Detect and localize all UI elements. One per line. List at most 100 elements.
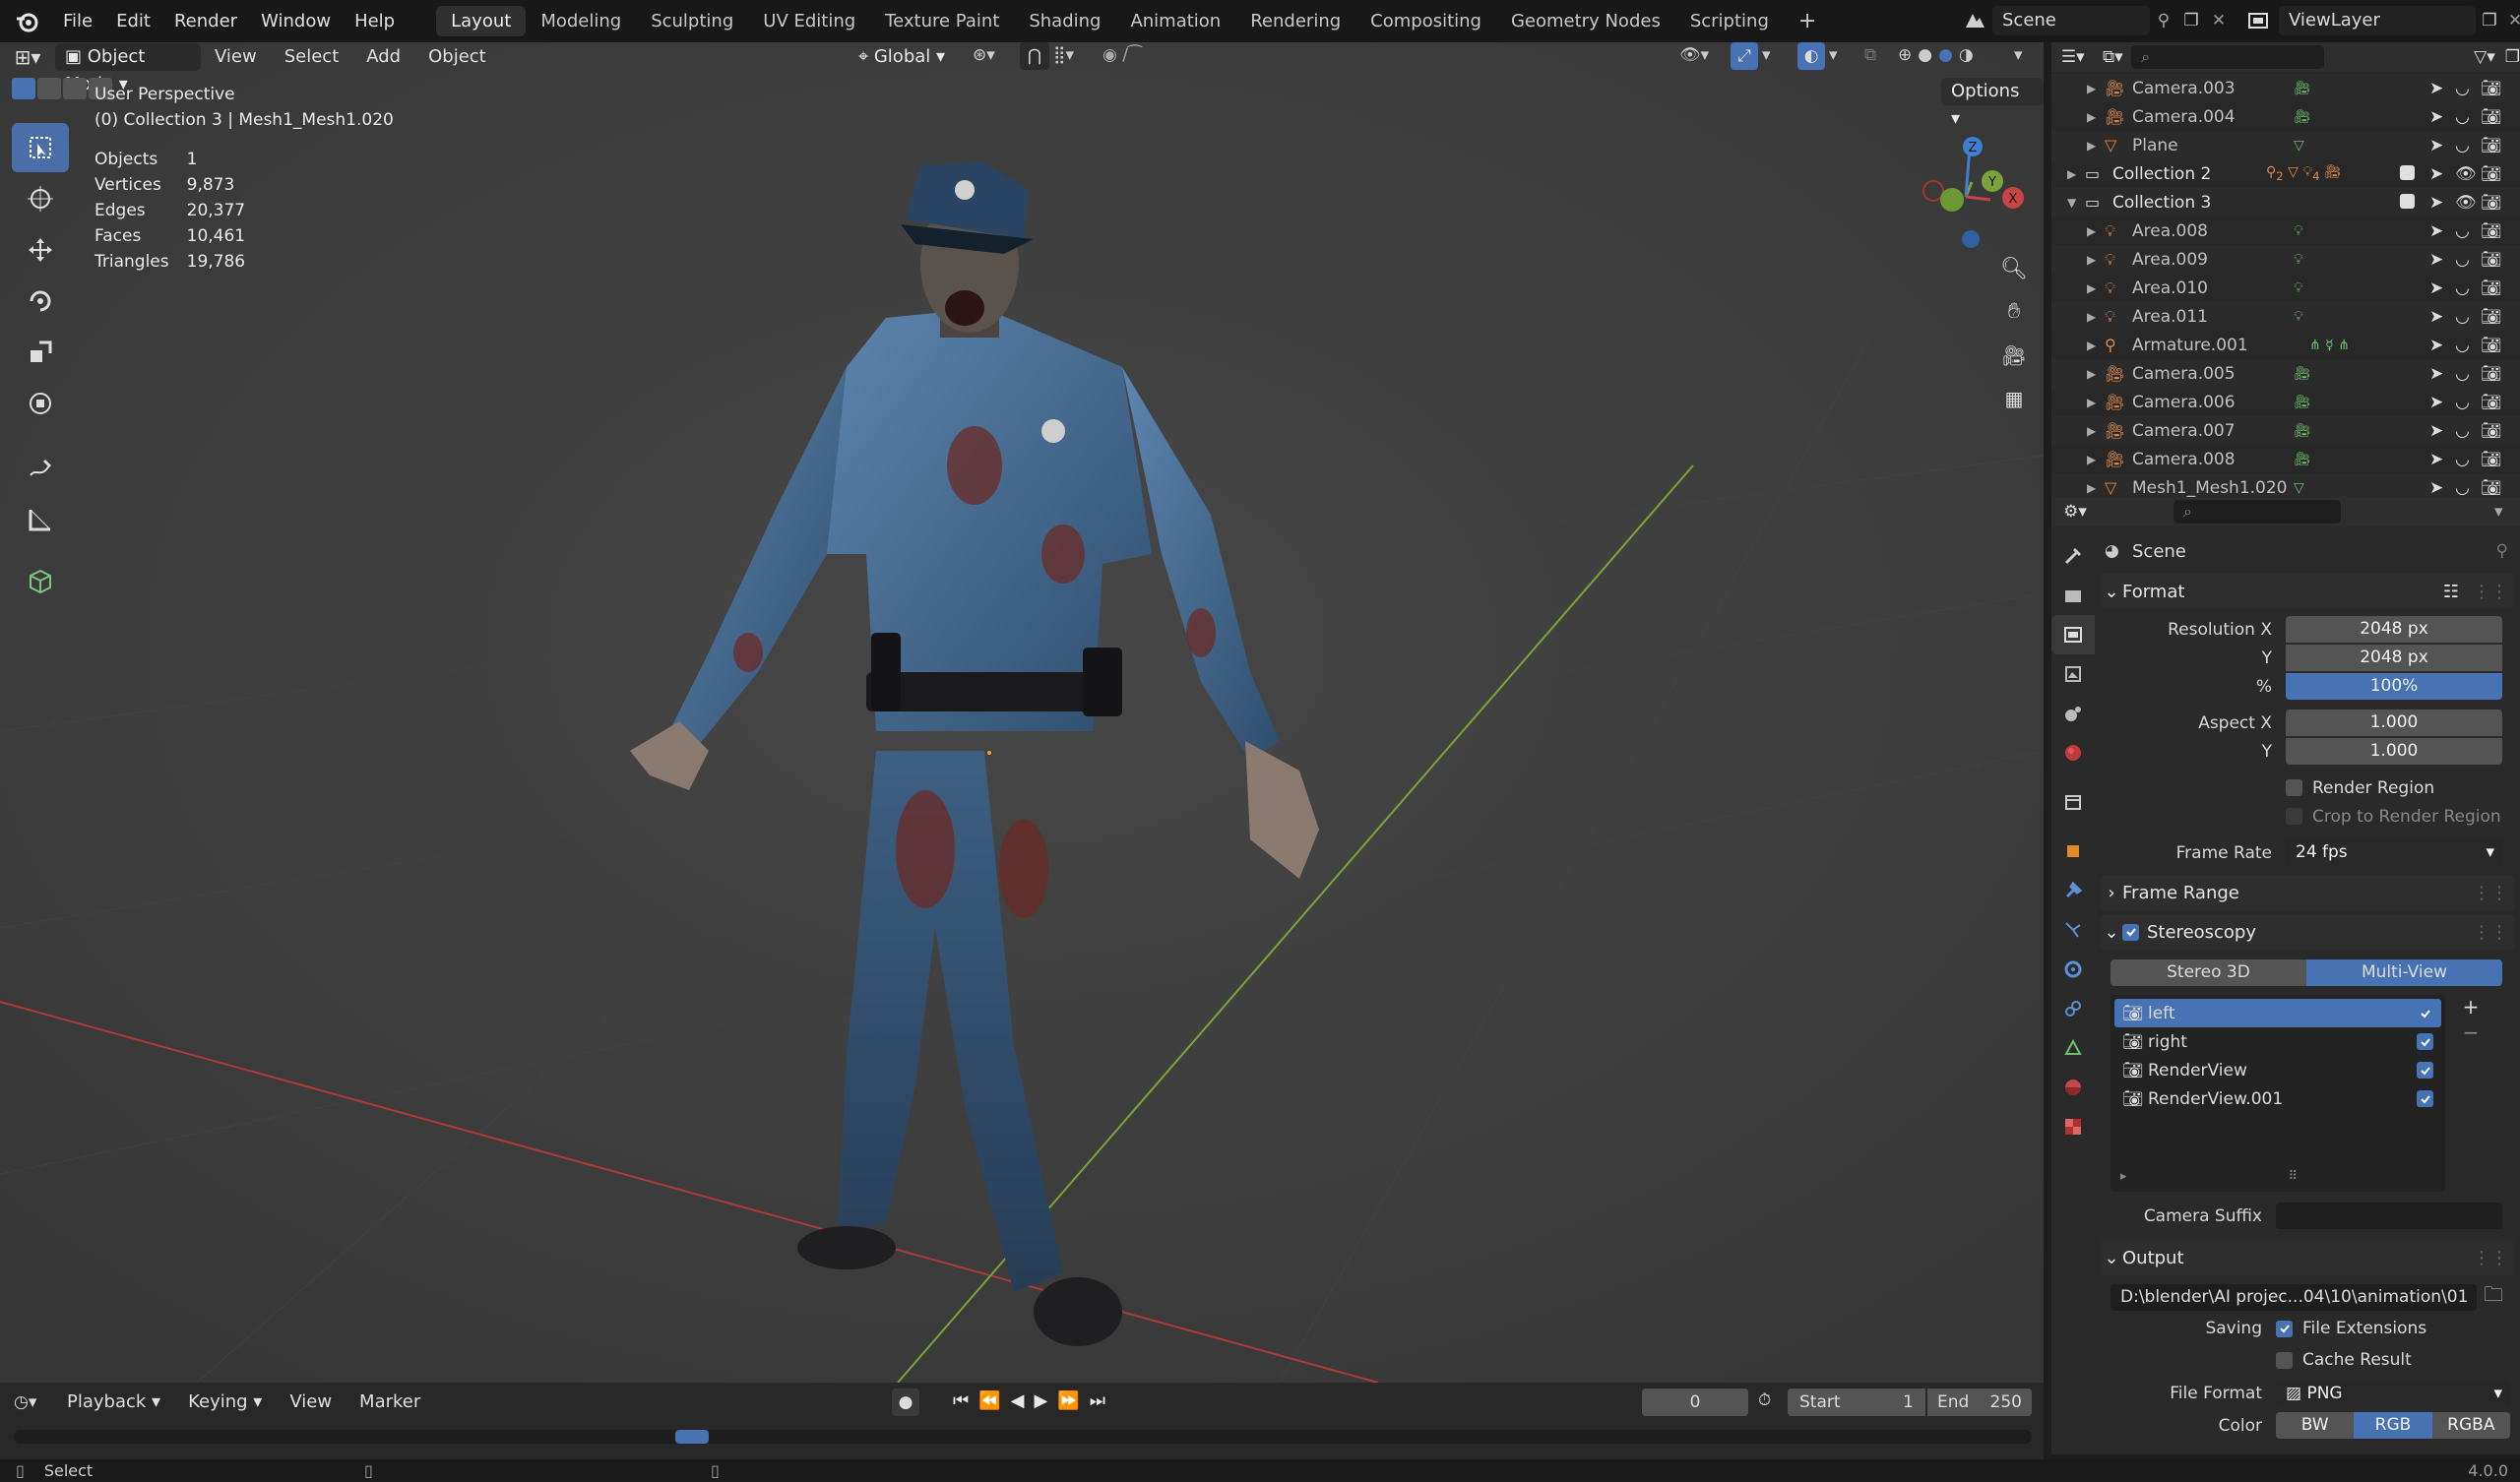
menu-help[interactable]: Help [343,0,407,42]
expand-arrow-icon[interactable]: ▶ [2087,110,2096,124]
outliner-row[interactable]: ▶ 💡︎ Area.008 💡︎ ➤ ◡ 📷︎ [2051,216,2520,245]
end-frame-field[interactable]: End 250 [1927,1389,2032,1416]
expand-arrow-icon[interactable]: ▶ [2087,367,2096,381]
drag-handle-icon[interactable]: ⋮⋮ [2473,582,2508,602]
blender-logo-icon[interactable] [12,7,41,36]
snap-target-icon[interactable]: ⣿▾ [1053,45,1074,65]
render-toggle-icon[interactable]: 📷︎ [2481,193,2502,213]
pivot-point-icon[interactable]: ⊛▾ [973,45,995,65]
outliner-row[interactable]: ▶ 💡︎ Area.010 💡︎ ➤ ◡ 📷︎ [2051,274,2520,302]
crop-region-row[interactable]: Crop to Render Region [2101,802,2502,831]
zoom-icon[interactable]: 🔍︎ [1994,249,2034,290]
gizmo-toggle-icon[interactable]: ⤢ [1731,42,1758,70]
pin-icon[interactable]: ⚲ [2496,541,2508,561]
select-new-icon[interactable] [12,78,35,99]
selectable-toggle-icon[interactable]: ➤ [2429,336,2443,355]
new-view-layer-icon[interactable]: ❐ [2476,11,2503,31]
editor-type-icon[interactable]: ⊞▾ [0,45,55,69]
selectable-toggle-icon[interactable]: ➤ [2429,307,2443,327]
orthographic-toggle-icon[interactable]: ▦ [1994,377,2034,420]
modifier-tab-icon[interactable] [2051,871,2095,910]
tab-animation[interactable]: Animation [1115,6,1235,36]
gizmo-dropdown-icon[interactable]: ▾ [1762,45,1771,65]
visibility-toggle-icon[interactable]: ◡ [2455,478,2470,498]
object-tab-icon[interactable] [2051,832,2095,871]
view-list-item[interactable]: 📷︎ left [2114,999,2441,1027]
selectable-toggle-icon[interactable]: ➤ [2429,364,2443,384]
outliner-row[interactable]: ▶ 🎥︎ Camera.005 🎥︎ ➤ ◡ 📷︎ [2051,359,2520,388]
view-list-item[interactable]: 📷︎ RenderView [2114,1056,2441,1084]
tool-tab-icon[interactable] [2051,536,2095,576]
remove-view-button[interactable]: − [2459,1020,2483,1046]
mode-selector[interactable]: ▣ Object Mode ▾ [55,43,201,94]
annotate-tool-icon[interactable] [12,444,69,493]
new-scene-icon[interactable]: ❐ [2177,11,2205,31]
outliner-row[interactable]: ▶ ⚲ Armature.001 ⋔ ☿ ⋔ ➤ ◡ 📷︎ [2051,331,2520,359]
particles-tab-icon[interactable] [2051,910,2095,950]
visibility-toggle-icon[interactable]: ◡ [2455,221,2470,241]
xray-toggle-icon[interactable]: ⧉ [1864,45,1876,65]
view-enabled-checkbox[interactable] [2417,1062,2433,1079]
proportional-edit-icon[interactable]: ◉ ∕⁀ [1102,45,1142,65]
world-tab-icon[interactable] [2051,733,2095,772]
render-toggle-icon[interactable]: 📷︎ [2481,278,2502,298]
menu-add[interactable]: Add [352,42,414,72]
view-enabled-checkbox[interactable] [2417,1090,2433,1107]
view-layer-name-field[interactable]: ViewLayer [2279,6,2476,35]
expand-arrow-icon[interactable]: ▶ [2087,481,2096,495]
selectable-toggle-icon[interactable]: ➤ [2429,393,2443,412]
file-format-dropdown[interactable]: ▨ PNG ▾ [2276,1380,2510,1407]
visibility-toggle-icon[interactable]: ◡ [2455,307,2470,327]
playhead[interactable] [675,1430,709,1444]
render-toggle-icon[interactable]: 📷︎ [2481,307,2502,327]
selectable-toggle-icon[interactable]: ➤ [2429,79,2443,98]
properties-editor-icon[interactable]: ⚙▾ [2051,502,2099,522]
camera-view-icon[interactable]: 🎥︎ [1994,334,2034,377]
transform-tool-icon[interactable] [12,379,69,428]
render-toggle-icon[interactable]: 📷︎ [2481,221,2502,241]
select-subtract-icon[interactable] [63,78,87,99]
tab-rendering[interactable]: Rendering [1235,6,1355,36]
expand-arrow-icon[interactable]: ▶ [2067,167,2076,181]
selectable-toggle-icon[interactable]: ➤ [2429,136,2443,155]
scale-tool-icon[interactable] [12,328,69,377]
3d-viewport[interactable]: ⊞▾ ▣ Object Mode ▾ View Select Add Objec… [0,42,2044,1383]
display-mode-icon[interactable]: ⧉▾ [2094,47,2131,67]
tab-layout[interactable]: Layout [436,6,527,36]
file-extensions-checkbox[interactable] [2276,1320,2293,1337]
shading-mode-icons[interactable]: ⊕●●◑ [1898,45,1980,65]
jump-start-icon[interactable]: ⏮ [953,1390,969,1411]
tab-sculpting[interactable]: Sculpting [636,6,748,36]
stereoscopy-panel-header[interactable]: ⌄ Stereoscopy ⋮⋮ [2101,914,2514,950]
scene-icon[interactable] [1957,6,1992,35]
camera-suffix-input[interactable] [2276,1203,2502,1229]
expand-arrow-icon[interactable]: ▶ [2087,224,2096,238]
outliner-row[interactable]: ▶ 🎥︎ Camera.007 🎥︎ ➤ ◡ 📷︎ [2051,416,2520,445]
aspect-x-field[interactable]: 1.000 [2286,710,2502,736]
new-collection-icon[interactable]: ❐ [2505,47,2520,67]
resolution-percent-field[interactable]: 100% [2286,673,2502,700]
visibility-toggle-icon[interactable]: ◡ [2455,393,2470,412]
cursor-tool-icon[interactable] [12,174,69,223]
render-toggle-icon[interactable]: 📷︎ [2481,107,2502,127]
stereo-3d-button[interactable]: Stereo 3D [2110,958,2306,986]
move-tool-icon[interactable] [12,225,69,275]
view-enabled-checkbox[interactable] [2417,1033,2433,1050]
tab-geometry-nodes[interactable]: Geometry Nodes [1496,6,1675,36]
pan-hand-icon[interactable]: ✋︎ [1994,290,2034,334]
selectable-toggle-icon[interactable]: ➤ [2429,250,2443,270]
color-bw-button[interactable]: BW [2276,1412,2355,1439]
drag-handle-icon[interactable]: ⋮⋮ [2473,883,2508,903]
aspect-y-field[interactable]: 1.000 [2286,738,2502,765]
visibility-toggle-icon[interactable]: ◡ [2455,136,2470,155]
auto-keying-icon[interactable]: ● [892,1389,919,1416]
render-toggle-icon[interactable]: 📷︎ [2481,364,2502,384]
select-extend-icon[interactable] [37,78,61,99]
options-dropdown[interactable]: Options ▾ [1941,78,2044,129]
outliner-row[interactable]: ▶ 🎥︎ Camera.006 🎥︎ ➤ ◡ 📷︎ [2051,388,2520,416]
physics-tab-icon[interactable] [2051,950,2095,989]
expand-arrow-icon[interactable]: ▶ [2087,424,2096,438]
play-icon[interactable]: ▶ [1034,1390,1047,1411]
timeline-scrubber[interactable] [14,1430,2032,1444]
expand-arrow-icon[interactable]: ▶ [2087,253,2096,267]
